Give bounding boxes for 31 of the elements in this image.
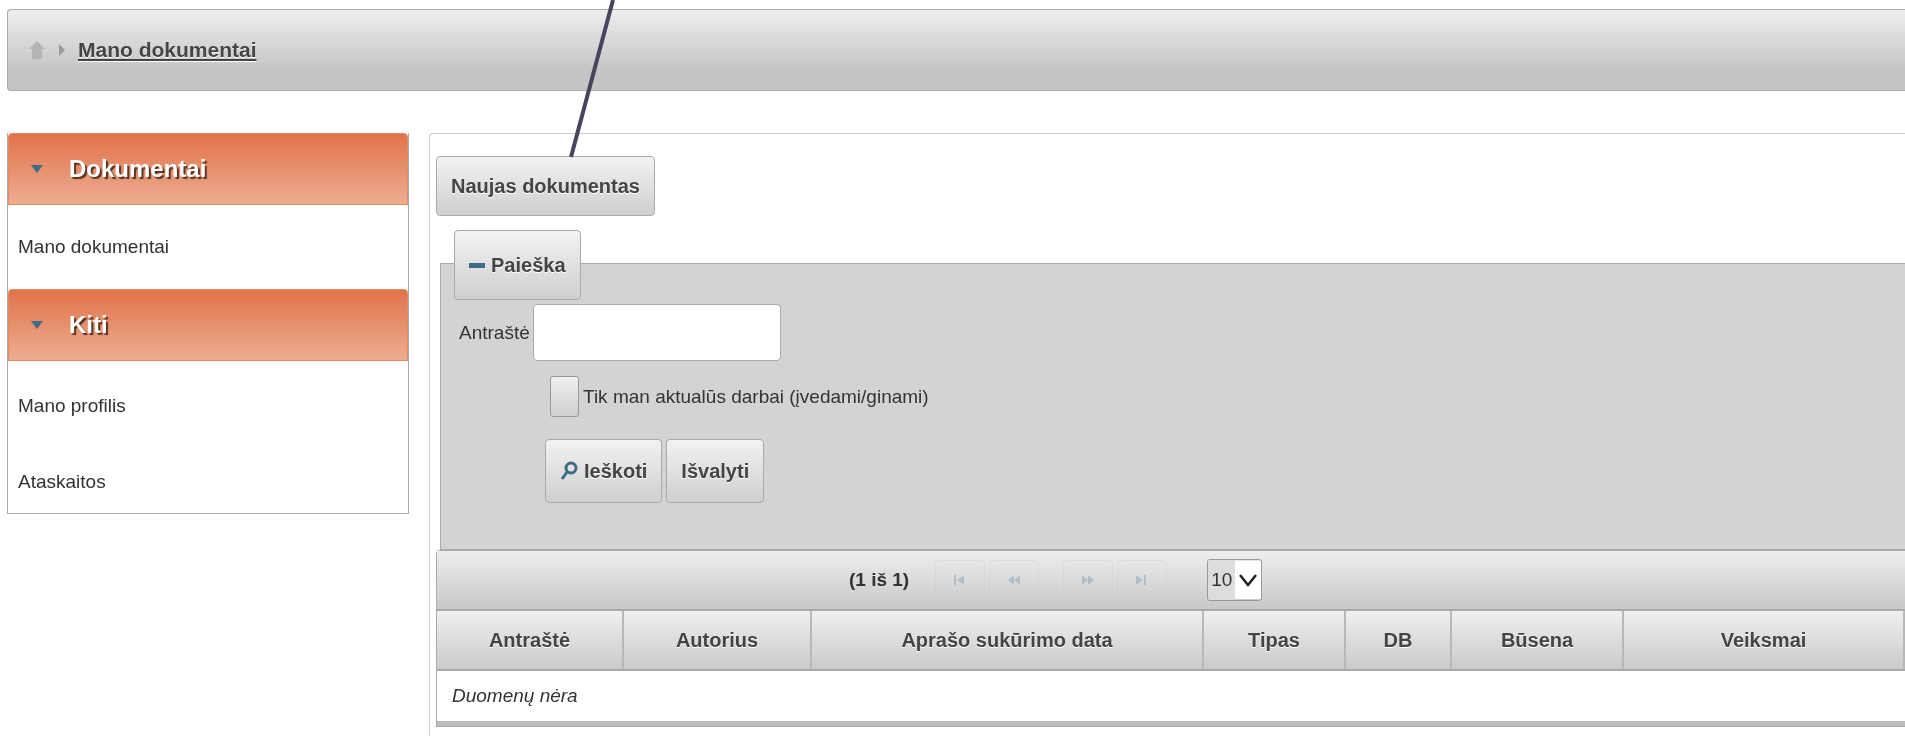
column-header[interactable]: Tipas <box>1204 611 1346 669</box>
empty-message: Duomenų nėra <box>452 685 578 707</box>
search-button[interactable]: Ieškoti <box>545 439 663 503</box>
clear-button[interactable]: Išvalyti <box>666 439 765 503</box>
column-header[interactable]: Antraštė <box>437 611 624 669</box>
sidebar-link[interactable]: Ataskaitos <box>8 451 408 513</box>
search-icon <box>560 461 578 481</box>
column-header[interactable]: DB <box>1346 611 1452 669</box>
caret-down-icon <box>31 320 43 330</box>
column-header[interactable]: Aprašo sukūrimo data <box>812 611 1204 669</box>
home-icon[interactable] <box>28 40 46 60</box>
title-input-field[interactable] <box>532 304 781 361</box>
double-arrow-icon <box>1006 573 1023 587</box>
page-info: (1 iš 1) <box>849 569 910 591</box>
field-label: Antraštė <box>459 321 530 344</box>
section-title: Kiti <box>69 311 108 339</box>
new-document-button[interactable]: Naujas dokumentas <box>436 156 655 216</box>
page-size-select[interactable]: 10 <box>1207 559 1263 601</box>
sidebar-link[interactable]: Mano profilis <box>8 361 408 451</box>
checkbox-label: Tik man aktualūs darbai (įvedami/ginami) <box>583 385 929 408</box>
chevron-down-icon <box>1235 561 1262 599</box>
breadcrumb-link[interactable]: Mano dokumentai <box>78 38 257 62</box>
column-header[interactable]: Būsena <box>1452 611 1624 669</box>
separator-arrow-icon <box>58 43 66 57</box>
checkbox[interactable] <box>550 376 579 417</box>
caret-down-icon <box>31 164 43 174</box>
column-header[interactable]: Autorius <box>624 611 812 669</box>
search-toggle[interactable]: Paieška <box>454 230 581 300</box>
sidebar-link[interactable]: Mano dokumentai <box>8 205 408 289</box>
column-header[interactable]: Veiksmai <box>1624 611 1905 669</box>
section-title: Dokumentai <box>69 155 207 183</box>
